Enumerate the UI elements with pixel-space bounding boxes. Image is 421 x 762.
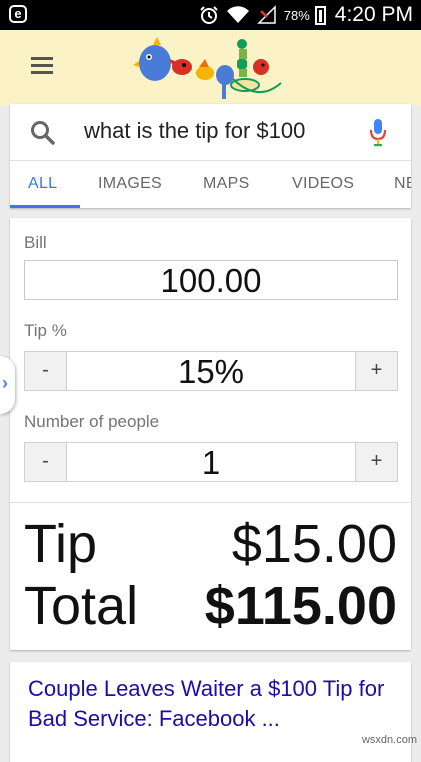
tab-images[interactable]: IMAGES — [98, 161, 162, 208]
status-icons: 78% 4:20 PM — [192, 0, 413, 30]
side-drawer-handle[interactable]: › — [0, 356, 15, 414]
tab-maps[interactable]: MAPS — [203, 161, 250, 208]
total-result-label: Total — [24, 576, 139, 636]
hamburger-menu-icon[interactable] — [31, 57, 53, 75]
search-result-card: Couple Leaves Waiter a $100 Tip for Bad … — [10, 662, 411, 762]
tip-percent-stepper: - 15% + — [24, 351, 398, 391]
people-stepper: - 1 + — [24, 442, 398, 482]
google-header — [0, 30, 421, 106]
search-card: what is the tip for $100 ALL IMAGES MAPS… — [10, 104, 411, 208]
people-decrease-button[interactable]: - — [24, 442, 67, 482]
app-notification-icon: e — [9, 5, 27, 23]
watermark-text: wsxdn.com — [361, 734, 417, 746]
tip-increase-button[interactable]: + — [355, 351, 398, 391]
tab-news[interactable]: NEWS — [394, 161, 411, 208]
people-increase-button[interactable]: + — [355, 442, 398, 482]
tip-percent-input[interactable]: 15% — [67, 351, 355, 391]
people-label: Number of people — [24, 412, 160, 431]
battery-percent: 78% — [283, 7, 310, 23]
clock-time: 4:20 PM — [334, 3, 413, 26]
alarm-icon — [200, 6, 218, 24]
battery-icon — [314, 5, 326, 25]
wifi-icon — [226, 6, 249, 23]
bill-label: Bill — [24, 233, 47, 252]
tip-percent-label: Tip % — [24, 321, 67, 340]
search-query-input[interactable]: what is the tip for $100 — [84, 118, 305, 144]
status-bar: e 78% 4:20 PM — [0, 0, 421, 30]
search-tabs: ALL IMAGES MAPS VIDEOS NEWS — [10, 161, 411, 208]
google-doodle-logo[interactable] — [133, 33, 283, 103]
bill-input[interactable]: 100.00 — [24, 260, 398, 300]
search-icon[interactable] — [30, 120, 56, 146]
tab-all[interactable]: ALL — [28, 161, 57, 208]
tip-result-value: $15.00 — [231, 514, 397, 574]
tip-result-label: Tip — [24, 514, 98, 574]
tab-videos[interactable]: VIDEOS — [292, 161, 354, 208]
chevron-right-icon: › — [2, 373, 8, 393]
people-input[interactable]: 1 — [67, 442, 355, 482]
tip-calculator-card: Bill 100.00 Tip % - 15% + Number of peop… — [10, 218, 411, 650]
microphone-icon[interactable] — [369, 118, 387, 148]
result-title-link[interactable]: Couple Leaves Waiter a $100 Tip for Bad … — [28, 674, 398, 734]
calculator-divider — [10, 502, 411, 503]
total-result-value: $115.00 — [204, 576, 397, 636]
active-tab-indicator — [10, 205, 80, 208]
no-signal-icon — [256, 5, 276, 24]
tip-decrease-button[interactable]: - — [24, 351, 67, 391]
